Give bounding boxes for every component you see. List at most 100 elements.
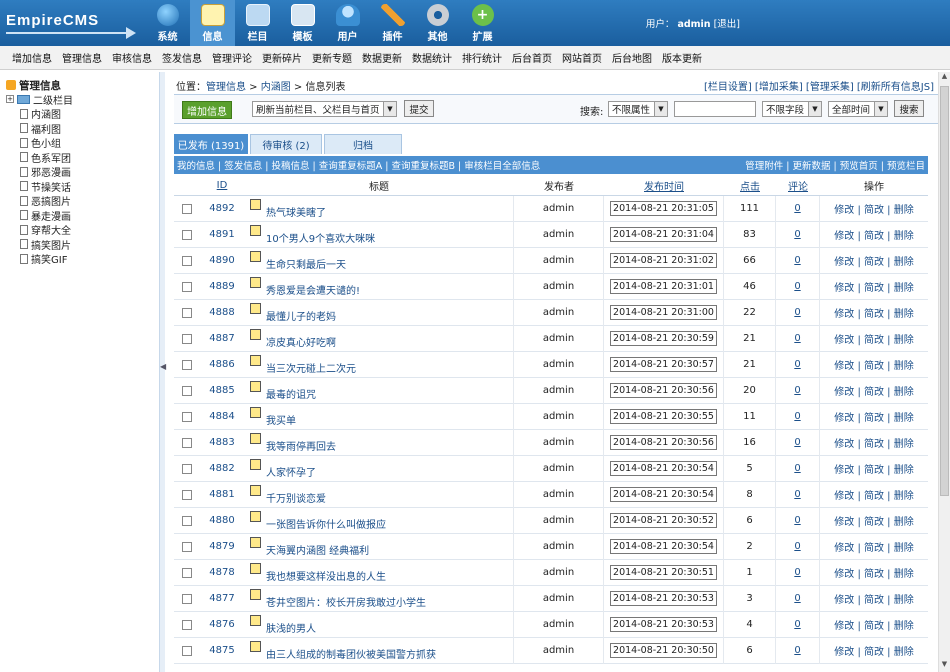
sidebar-splitter[interactable]: ◀ <box>160 72 166 672</box>
row-comments-link[interactable]: 0 <box>776 247 820 274</box>
row-title-link[interactable]: 生命只剩最后一天 <box>266 256 346 271</box>
row-ops-links[interactable]: 修改 | 简改 | 删除 <box>820 487 928 502</box>
row-ops-links[interactable]: 修改 | 简改 | 删除 <box>820 305 928 320</box>
row-title-link[interactable]: 最懂儿子的老妈 <box>266 308 336 323</box>
row-title-link[interactable]: 热气球美瞎了 <box>266 204 326 219</box>
row-comments-link[interactable]: 0 <box>776 429 820 456</box>
row-title-link[interactable]: 秀恩爱是会遭天谴的! <box>266 282 360 297</box>
row-comments-link[interactable]: 0 <box>776 351 820 378</box>
row-title-link[interactable]: 当三次元碰上二次元 <box>266 360 356 375</box>
row-checkbox[interactable] <box>182 567 192 578</box>
row-ops-links[interactable]: 修改 | 简改 | 删除 <box>820 279 928 294</box>
row-checkbox[interactable] <box>182 593 192 604</box>
sidebar-tree-item[interactable]: 邪恶漫画 <box>6 165 159 179</box>
row-checkbox[interactable] <box>182 411 192 422</box>
row-ops-links[interactable]: 修改 | 简改 | 删除 <box>820 331 928 346</box>
row-comments-link[interactable]: 0 <box>776 455 820 482</box>
row-ops-links[interactable]: 修改 | 简改 | 删除 <box>820 383 928 398</box>
scroll-thumb[interactable] <box>940 86 949 496</box>
row-checkbox[interactable] <box>182 437 192 448</box>
submenu-item[interactable]: 数据统计 <box>412 50 452 65</box>
row-title-link[interactable]: 千万别谈恋爱 <box>266 490 326 505</box>
row-comments-link[interactable]: 0 <box>776 481 820 508</box>
row-title-link[interactable]: 人家怀孕了 <box>266 464 316 479</box>
submenu-item[interactable]: 管理信息 <box>62 50 102 65</box>
row-checkbox[interactable] <box>182 281 192 292</box>
submenu-item[interactable]: 后台首页 <box>512 50 552 65</box>
submenu-item[interactable]: 网站首页 <box>562 50 602 65</box>
row-ops-links[interactable]: 修改 | 简改 | 删除 <box>820 461 928 476</box>
submenu-item[interactable]: 管理评论 <box>212 50 252 65</box>
row-title-link[interactable]: 10个男人9个喜欢大咪咪 <box>266 230 375 245</box>
topnav-template[interactable]: 模板 <box>280 0 325 46</box>
row-checkbox[interactable] <box>182 515 192 526</box>
row-checkbox[interactable] <box>182 229 192 240</box>
row-title-link[interactable]: 肤浅的男人 <box>266 620 316 635</box>
row-ops-links[interactable]: 修改 | 简改 | 删除 <box>820 565 928 580</box>
row-ops-links[interactable]: 修改 | 简改 | 删除 <box>820 643 928 658</box>
row-comments-link[interactable]: 0 <box>776 377 820 404</box>
row-comments-link[interactable]: 0 <box>776 585 820 612</box>
row-checkbox[interactable] <box>182 333 192 344</box>
row-checkbox[interactable] <box>182 385 192 396</box>
topnav-other[interactable]: 其他 <box>415 0 460 46</box>
topnav-extend[interactable]: + 扩展 <box>460 0 505 46</box>
info-links[interactable]: 我的信息 | 签发信息 | 投稿信息 | 查询重复标题A | 查询重复标题B |… <box>177 158 540 172</box>
field-select[interactable]: 不限字段 ▼ <box>762 101 822 117</box>
row-comments-link[interactable]: 0 <box>776 611 820 638</box>
refresh-select[interactable]: 刷新当前栏目、父栏目与首页 ▼ <box>252 101 397 117</box>
tree-parent[interactable]: + 二级栏目 <box>6 92 159 107</box>
col-clicks[interactable]: 点击 <box>740 182 760 193</box>
row-title-link[interactable]: 我也想要这样没出息的人生 <box>266 568 386 583</box>
row-title-link[interactable]: 我等雨停再回去 <box>266 438 336 453</box>
topnav-column[interactable]: 栏目 <box>235 0 280 46</box>
row-checkbox[interactable] <box>182 203 192 214</box>
row-checkbox[interactable] <box>182 359 192 370</box>
row-comments-link[interactable]: 0 <box>776 533 820 560</box>
row-checkbox[interactable] <box>182 255 192 266</box>
row-comments-link[interactable]: 0 <box>776 637 820 664</box>
manage-links[interactable]: 管理附件 | 更新数据 | 预览首页 | 预览栏目 <box>745 158 925 172</box>
row-ops-links[interactable]: 修改 | 简改 | 删除 <box>820 513 928 528</box>
search-input[interactable] <box>674 101 756 117</box>
add-info-button[interactable]: 增加信息 <box>182 101 232 119</box>
row-checkbox[interactable] <box>182 463 192 474</box>
submenu-item[interactable]: 增加信息 <box>12 50 52 65</box>
row-comments-link[interactable]: 0 <box>776 195 820 222</box>
row-checkbox[interactable] <box>182 645 192 656</box>
logout-link[interactable]: [退出] <box>714 19 740 30</box>
row-title-link[interactable]: 苍井空图片：校长开房我敢过小学生 <box>266 594 426 609</box>
row-ops-links[interactable]: 修改 | 简改 | 删除 <box>820 617 928 632</box>
submenu-item[interactable]: 更新碎片 <box>262 50 302 65</box>
row-title-link[interactable]: 凉皮真心好吃啊 <box>266 334 336 349</box>
row-ops-links[interactable]: 修改 | 简改 | 删除 <box>820 357 928 372</box>
topnav-info[interactable]: 信息 <box>190 0 235 46</box>
time-select[interactable]: 全部时间 ▼ <box>828 101 888 117</box>
sidebar-tree-item[interactable]: 搞笑图片 <box>6 237 159 252</box>
sidebar-tree-item[interactable]: 暴走漫画 <box>6 208 159 223</box>
row-title-link[interactable]: 天海翼内涵图 经典福利 <box>266 542 369 557</box>
row-checkbox[interactable] <box>182 619 192 630</box>
submit-button[interactable]: 提交 <box>404 100 434 117</box>
column-links[interactable]: [栏目设置] [增加采集] [管理采集] [刷新所有信息JS] <box>704 78 934 93</box>
submenu-item[interactable]: 更新专题 <box>312 50 352 65</box>
tab-pending[interactable]: 待审核 (2) <box>250 134 322 154</box>
sidebar-tree-item[interactable]: 色小组 <box>6 136 159 150</box>
breadcrumb-link[interactable]: 管理信息 <box>206 82 246 93</box>
row-ops-links[interactable]: 修改 | 简改 | 删除 <box>820 539 928 554</box>
sidebar-tree-item[interactable]: 节操笑话 <box>6 179 159 194</box>
row-title-link[interactable]: 最毒的诅咒 <box>266 386 316 401</box>
col-id[interactable]: ID <box>217 180 228 191</box>
sidebar-tree-item[interactable]: 恶搞图片 <box>6 194 159 208</box>
attribute-select[interactable]: 不限属性 ▼ <box>608 101 668 117</box>
tab-archive[interactable]: 归档 <box>324 134 402 154</box>
sidebar-tree-item[interactable]: 色系军团 <box>6 150 159 165</box>
row-checkbox[interactable] <box>182 541 192 552</box>
submenu-item[interactable]: 审核信息 <box>112 50 152 65</box>
row-ops-links[interactable]: 修改 | 简改 | 删除 <box>820 591 928 606</box>
scroll-up-icon[interactable]: ▲ <box>939 72 950 84</box>
row-comments-link[interactable]: 0 <box>776 273 820 300</box>
collapse-arrow-icon[interactable]: ◀ <box>160 362 166 371</box>
submenu-item[interactable]: 排行统计 <box>462 50 502 65</box>
submenu-item[interactable]: 版本更新 <box>662 50 702 65</box>
